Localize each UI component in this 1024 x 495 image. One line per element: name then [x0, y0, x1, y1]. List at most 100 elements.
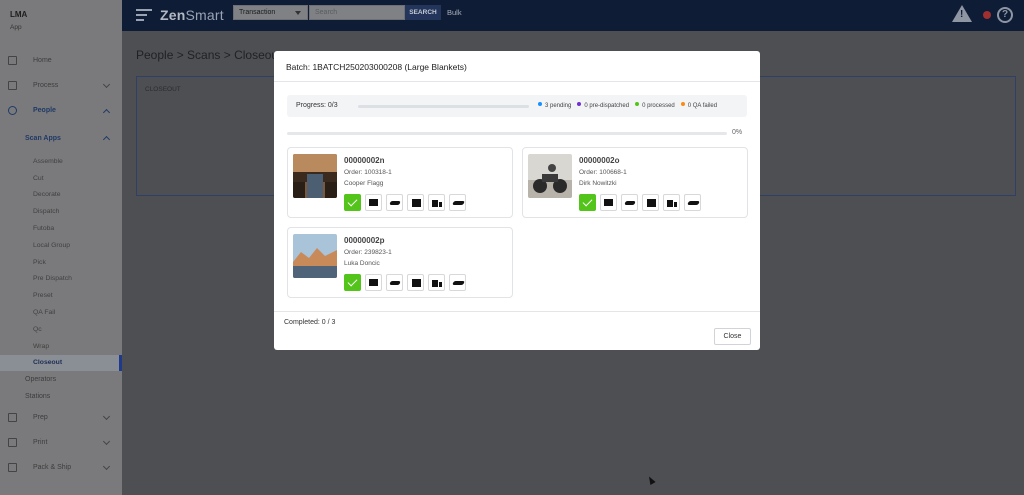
modal-title: Batch: 1BATCH250203000208 (Large Blanket… — [286, 62, 467, 72]
breadcrumb: People > Scans > Closeout — [136, 48, 282, 62]
sidebar-item-dispatch[interactable]: Dispatch — [0, 203, 122, 220]
product-thumbnail — [528, 154, 572, 198]
item-id: 00000002p — [344, 236, 385, 245]
product-thumbnail — [293, 234, 337, 278]
close-button[interactable]: Close — [714, 328, 751, 345]
sidebar-item-futoba[interactable]: Futoba — [0, 220, 122, 237]
print-icon — [8, 438, 17, 448]
bulk-link[interactable]: Bulk — [447, 8, 462, 17]
status-legend: 3 pending 0 pre-dispatched 0 processed 0… — [538, 102, 717, 109]
item-customer: Dirk Nowitzki — [579, 180, 617, 187]
menu-icon[interactable] — [136, 9, 152, 21]
pack-icon[interactable] — [428, 274, 445, 291]
sidebar-item-assemble[interactable]: Assemble — [0, 153, 122, 170]
sidebar-item-home[interactable]: Home — [0, 48, 122, 73]
check-icon[interactable] — [344, 194, 361, 211]
sidebar-item-prep[interactable]: Prep — [0, 405, 122, 430]
item-customer: Luka Doncic — [344, 260, 380, 267]
modal-footer-divider — [274, 311, 760, 312]
pending-dot-icon — [538, 102, 542, 106]
action-icons — [344, 194, 466, 211]
pack-icon[interactable] — [428, 194, 445, 211]
scan-icon[interactable] — [365, 274, 382, 291]
sidebar-item-qc[interactable]: Qc — [0, 321, 122, 338]
ship-icon[interactable] — [449, 194, 466, 211]
print-icon[interactable] — [642, 194, 659, 211]
sidebar-item-local-group[interactable]: Local Group — [0, 237, 122, 254]
stack-icon[interactable] — [386, 194, 403, 211]
stack-icon[interactable] — [386, 274, 403, 291]
home-icon — [8, 56, 17, 65]
search-type-select[interactable]: Transaction — [233, 5, 308, 20]
warning-icon[interactable] — [952, 5, 972, 22]
item-id: 00000002o — [579, 156, 620, 165]
chevron-up-icon — [102, 135, 111, 144]
sidebar-item-label: Print — [33, 439, 48, 447]
modal-header: Batch: 1BATCH250203000208 (Large Blanket… — [274, 51, 760, 82]
pack-icon[interactable] — [663, 194, 680, 211]
top-header: ZenSmart Transaction Search SEARCH Bulk … — [122, 0, 1024, 31]
search-input[interactable]: Search — [309, 5, 405, 20]
check-icon[interactable] — [579, 194, 596, 211]
legend-item: 0 processed — [635, 102, 675, 109]
sidebar-item-pack-ship[interactable]: Pack & Ship — [0, 455, 122, 480]
process-icon — [8, 81, 17, 90]
sidebar-item-closeout[interactable]: Closeout — [0, 354, 122, 372]
check-icon[interactable] — [344, 274, 361, 291]
print-icon[interactable] — [407, 274, 424, 291]
item-card: 00000002o Order: 100668-1 Dirk Nowitzki — [522, 147, 748, 218]
sidebar-item-stations[interactable]: Stations — [0, 388, 122, 405]
sidebar-item-label: Scan Apps — [25, 134, 61, 142]
action-icons — [579, 194, 701, 211]
product-thumbnail — [293, 154, 337, 198]
item-customer: Cooper Flagg — [344, 180, 384, 187]
chevron-up-icon — [102, 108, 111, 117]
sidebar-item-process[interactable]: Process — [0, 73, 122, 98]
progress-track — [358, 105, 529, 108]
sidebar-item-label: People — [33, 107, 56, 114]
item-order: Order: 100318-1 — [344, 169, 392, 176]
print-icon[interactable] — [407, 194, 424, 211]
sidebar-item-preset[interactable]: Preset — [0, 287, 122, 304]
progress-summary: Progress: 0/3 3 pending 0 pre-dispatched… — [287, 95, 747, 117]
item-card: 00000002n Order: 100318-1 Cooper Flagg — [287, 147, 513, 218]
sidebar-item-operators[interactable]: Operators — [0, 371, 122, 388]
ship-icon[interactable] — [684, 194, 701, 211]
stack-icon[interactable] — [621, 194, 638, 211]
logo: ZenSmart — [160, 7, 224, 23]
box-icon — [8, 463, 17, 473]
legend-item: 3 pending — [538, 102, 571, 109]
ship-icon[interactable] — [449, 274, 466, 291]
action-icons — [344, 274, 466, 291]
sidebar-item-scan-apps[interactable]: Scan Apps — [0, 123, 122, 153]
app-title: LMA — [10, 10, 28, 19]
sidebar-item-qa-fail[interactable]: QA Fail — [0, 304, 122, 321]
item-order: Order: 100668-1 — [579, 169, 627, 176]
panel-label: CLOSEOUT — [145, 86, 181, 93]
sidebar-item-cut[interactable]: Cut — [0, 170, 122, 187]
sidebar-item-pick[interactable]: Pick — [0, 254, 122, 271]
notification-badge[interactable] — [983, 11, 991, 19]
app-subtitle: App — [10, 24, 22, 31]
sidebar-item-wrap[interactable]: Wrap — [0, 338, 122, 355]
help-icon[interactable]: ? — [997, 7, 1013, 23]
sidebar: LMA App Home Process People Scan Apps As… — [0, 0, 122, 495]
sidebar-item-print[interactable]: Print — [0, 430, 122, 455]
scan-icon[interactable] — [600, 194, 617, 211]
overall-progress-bar — [287, 132, 727, 135]
scan-icon[interactable] — [365, 194, 382, 211]
brand: LMA App — [10, 10, 27, 31]
app-root: LMA App Home Process People Scan Apps As… — [0, 0, 1024, 495]
completed-count: Completed: 0 / 3 — [284, 319, 336, 326]
progress-percent: 0% — [732, 129, 743, 136]
sidebar-item-decorate[interactable]: Decorate — [0, 187, 122, 204]
sidebar-item-people[interactable]: People — [0, 98, 122, 123]
sidebar-item-pre-dispatch[interactable]: Pre Dispatch — [0, 271, 122, 288]
sidebar-item-label: Pack & Ship — [33, 464, 72, 472]
legend-item: 0 QA failed — [680, 102, 717, 109]
pre-dispatched-dot-icon — [577, 102, 582, 106]
mouse-cursor-icon — [646, 475, 656, 485]
search-button[interactable]: SEARCH — [405, 5, 441, 20]
chevron-down-icon — [102, 80, 111, 89]
legend-item: 0 pre-dispatched — [577, 102, 629, 109]
